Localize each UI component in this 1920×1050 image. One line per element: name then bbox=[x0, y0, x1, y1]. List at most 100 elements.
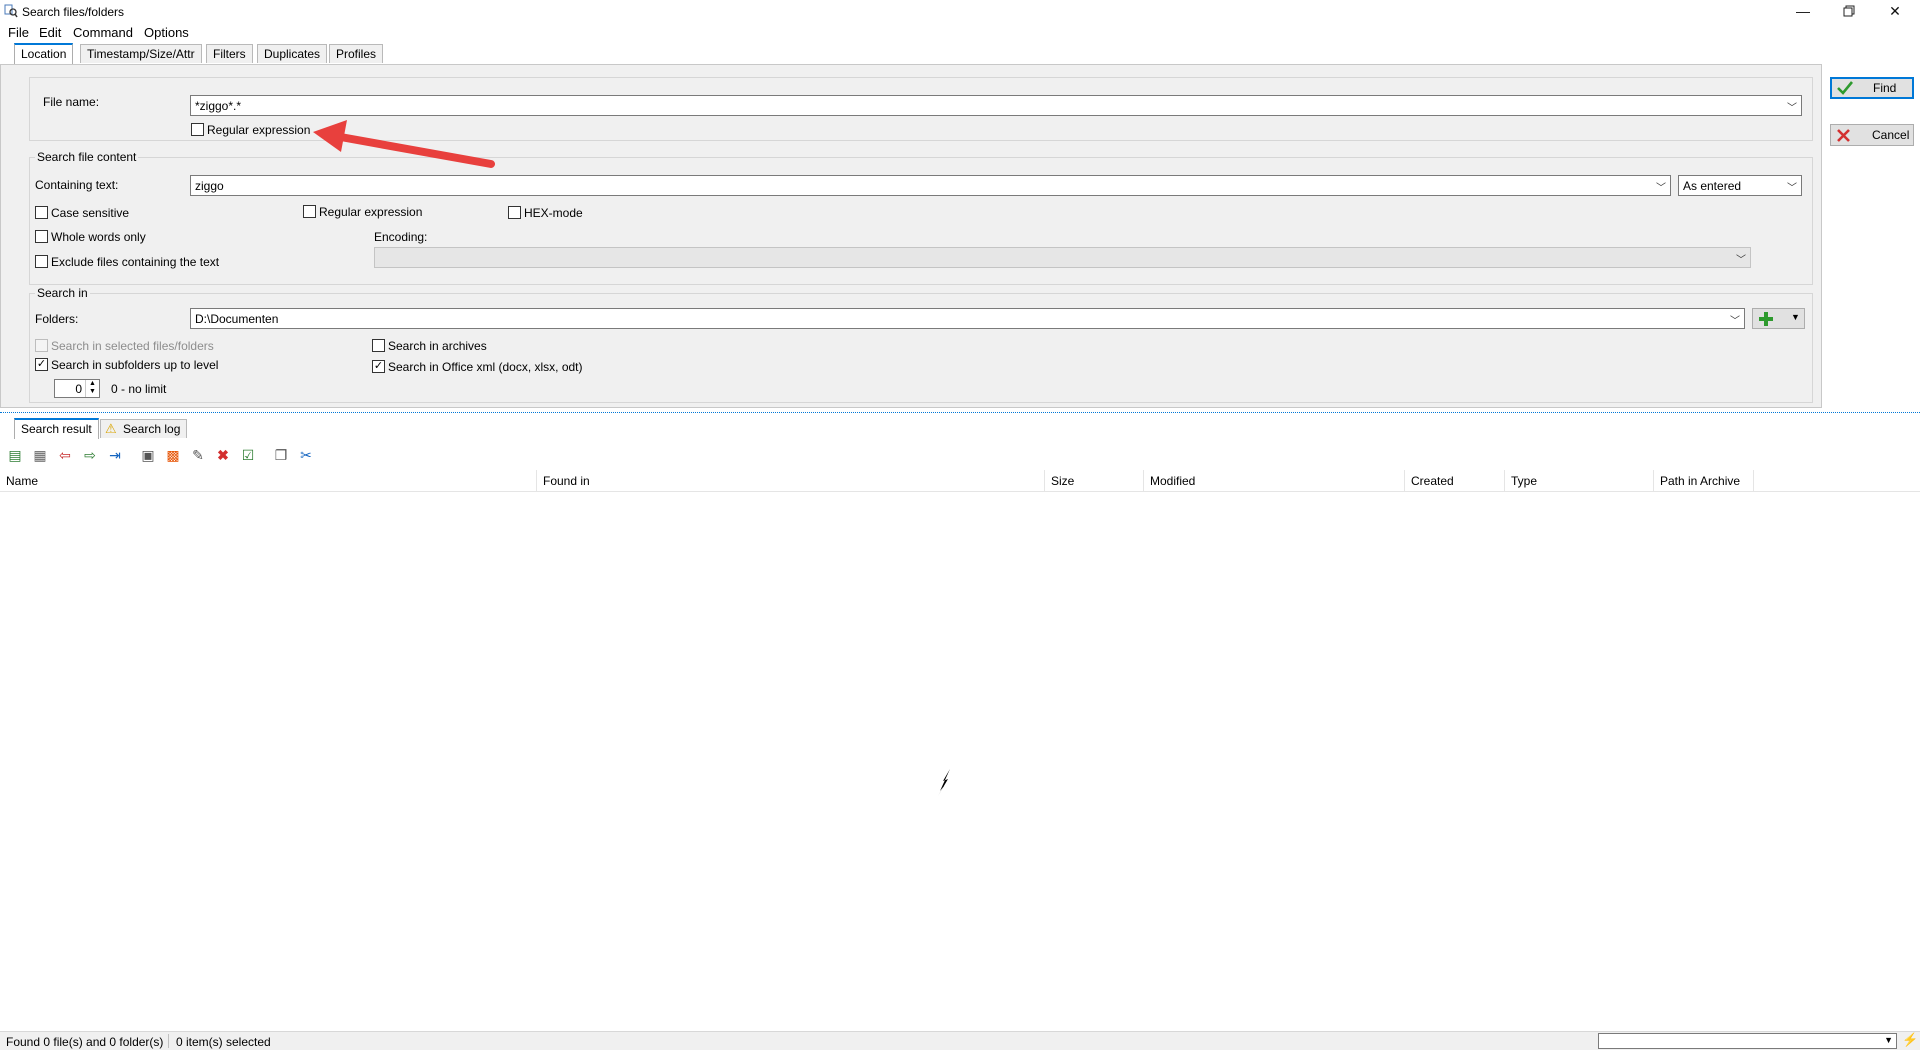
move-up-icon[interactable]: ⇦ bbox=[55, 445, 75, 465]
folders-label: Folders: bbox=[35, 312, 79, 326]
view-file-icon[interactable]: ▦ bbox=[30, 445, 50, 465]
text-mode-select[interactable]: As entered ﹀ bbox=[1678, 175, 1802, 196]
column-found-in[interactable]: Found in bbox=[537, 470, 1045, 492]
chevron-down-icon: ﹀ bbox=[1787, 103, 1797, 114]
level-value: 0 bbox=[75, 382, 82, 396]
whole-words-checkbox[interactable] bbox=[35, 230, 48, 243]
column-type[interactable]: Type bbox=[1505, 470, 1654, 492]
check-icon bbox=[1837, 81, 1853, 95]
location-panel: File name: *ziggo*.* ﹀ Regular expressio… bbox=[0, 64, 1822, 408]
level-spinner[interactable]: 0 ▲ ▼ bbox=[54, 379, 100, 398]
go-to-file-icon[interactable]: ▤ bbox=[5, 445, 25, 465]
folders-combo[interactable]: D:\Documenten ﹀ bbox=[190, 308, 1745, 329]
content-regex-label: Regular expression bbox=[319, 205, 423, 219]
plus-icon bbox=[1759, 312, 1773, 326]
tab-search-result[interactable]: Search result bbox=[14, 418, 99, 439]
hex-mode-checkbox[interactable] bbox=[508, 206, 521, 219]
folders-value: D:\Documenten bbox=[195, 312, 279, 326]
search-archives-label: Search in archives bbox=[388, 339, 487, 353]
status-divider bbox=[168, 1034, 169, 1048]
status-combo[interactable]: ▼ bbox=[1598, 1033, 1897, 1049]
close-window-button[interactable]: ✕ bbox=[1872, 0, 1918, 22]
dropdown-arrow-icon: ▼ bbox=[1884, 1035, 1893, 1045]
result-tabs: Search result ⚠ Search log bbox=[0, 418, 1920, 440]
menu-file[interactable]: File bbox=[6, 25, 31, 40]
checkmark-icon: ✓ bbox=[373, 360, 384, 372]
tab-filters[interactable]: Filters bbox=[206, 44, 253, 63]
find-label: Find bbox=[1873, 81, 1897, 95]
result-toolbar: ▤ ▦ ⇦ ⇨ ⇥ ▣ ▩ ✎ ✖ ☑ ❐ ✂ bbox=[0, 442, 1920, 468]
warning-icon: ⚠ bbox=[105, 421, 117, 436]
restore-icon bbox=[1843, 5, 1855, 17]
found-count-text: Found 0 file(s) and 0 folder(s) bbox=[6, 1035, 164, 1049]
dropdown-arrow-icon: ▼ bbox=[1791, 312, 1800, 322]
minimize-icon: — bbox=[1796, 3, 1810, 19]
selected-count-text: 0 item(s) selected bbox=[176, 1035, 271, 1049]
column-modified[interactable]: Modified bbox=[1144, 470, 1405, 492]
chevron-down-icon: ﹀ bbox=[1787, 183, 1797, 194]
subfolders-checkbox[interactable]: ✓ bbox=[35, 358, 48, 371]
exclude-files-checkbox[interactable] bbox=[35, 255, 48, 268]
menu-options[interactable]: Options bbox=[142, 25, 191, 40]
search-selected-label: Search in selected files/folders bbox=[51, 339, 214, 353]
exclude-files-label: Exclude files containing the text bbox=[51, 255, 220, 269]
close-icon: ✕ bbox=[1889, 2, 1901, 19]
hex-mode-label: HEX-mode bbox=[524, 206, 583, 220]
cancel-button[interactable]: Cancel bbox=[1830, 124, 1914, 146]
content-group-title: Search file content bbox=[35, 150, 139, 164]
chevron-down-icon: ﹀ bbox=[1656, 183, 1666, 194]
filename-regex-checkbox[interactable] bbox=[191, 123, 204, 136]
column-size[interactable]: Size bbox=[1045, 470, 1144, 492]
level-hint: 0 - no limit bbox=[111, 382, 167, 396]
file-name-label: File name: bbox=[43, 95, 100, 109]
add-folder-button[interactable]: ▼ bbox=[1752, 308, 1805, 329]
search-archives-checkbox[interactable] bbox=[372, 339, 385, 352]
checklist-icon[interactable]: ☑ bbox=[238, 445, 258, 465]
tab-profiles[interactable]: Profiles bbox=[329, 44, 384, 63]
lightning-icon[interactable]: ⚡ bbox=[1902, 1032, 1918, 1048]
copy-icon[interactable]: ❐ bbox=[271, 445, 291, 465]
menu-edit[interactable]: Edit bbox=[37, 25, 63, 40]
spin-arrows-icon[interactable]: ▲ ▼ bbox=[85, 380, 99, 397]
tab-duplicates[interactable]: Duplicates bbox=[257, 44, 328, 63]
minimize-button[interactable]: — bbox=[1780, 0, 1826, 22]
menu-bar: File Edit Command Options bbox=[0, 24, 1920, 42]
export-icon[interactable]: ▩ bbox=[163, 445, 183, 465]
results-list[interactable] bbox=[0, 493, 1920, 1030]
save-results-icon[interactable]: ▣ bbox=[138, 445, 158, 465]
office-xml-checkbox[interactable]: ✓ bbox=[372, 360, 385, 373]
encoding-select[interactable]: ﹀ bbox=[374, 247, 1751, 268]
title-bar: Search files/folders — ✕ bbox=[0, 0, 1920, 24]
tab-location[interactable]: Location bbox=[14, 43, 74, 64]
cancel-x-icon bbox=[1837, 128, 1850, 142]
menu-command[interactable]: Command bbox=[71, 25, 135, 40]
case-sensitive-checkbox[interactable] bbox=[35, 206, 48, 219]
column-created[interactable]: Created bbox=[1405, 470, 1505, 492]
restore-button[interactable] bbox=[1826, 0, 1872, 22]
file-name-combo[interactable]: *ziggo*.* ﹀ bbox=[190, 95, 1802, 116]
window-title: Search files/folders bbox=[22, 5, 125, 19]
filename-regex-label: Regular expression bbox=[207, 123, 311, 137]
chevron-down-icon: ﹀ bbox=[1730, 316, 1740, 327]
mouse-cursor-icon bbox=[938, 769, 950, 796]
containing-text-value: ziggo bbox=[195, 179, 224, 193]
tab-search-log[interactable]: ⚠ Search log bbox=[100, 419, 188, 438]
file-name-value: *ziggo*.* bbox=[195, 99, 242, 113]
edit-icon[interactable]: ✎ bbox=[188, 445, 208, 465]
find-button[interactable]: Find bbox=[1830, 77, 1914, 99]
content-regex-checkbox[interactable] bbox=[303, 205, 316, 218]
results-header: Name Found in Size Modified Created Type… bbox=[0, 470, 1920, 492]
cut-icon[interactable]: ✂ bbox=[296, 445, 316, 465]
tab-timestamp[interactable]: Timestamp/Size/Attr bbox=[80, 44, 202, 63]
column-path-in-archive[interactable]: Path in Archive bbox=[1654, 470, 1754, 492]
annotation-arrow-icon bbox=[313, 120, 495, 168]
move-down-icon[interactable]: ⇨ bbox=[80, 445, 100, 465]
containing-text-combo[interactable]: ziggo ﹀ bbox=[190, 175, 1671, 196]
containing-text-label: Containing text: bbox=[35, 178, 119, 192]
column-name[interactable]: Name bbox=[0, 470, 537, 492]
tab-search-log-label: Search log bbox=[123, 422, 181, 436]
delete-icon[interactable]: ✖ bbox=[213, 445, 233, 465]
panel-splitter[interactable] bbox=[0, 412, 1920, 415]
feed-to-listbox-icon[interactable]: ⇥ bbox=[105, 445, 125, 465]
search-selected-checkbox[interactable] bbox=[35, 339, 48, 352]
